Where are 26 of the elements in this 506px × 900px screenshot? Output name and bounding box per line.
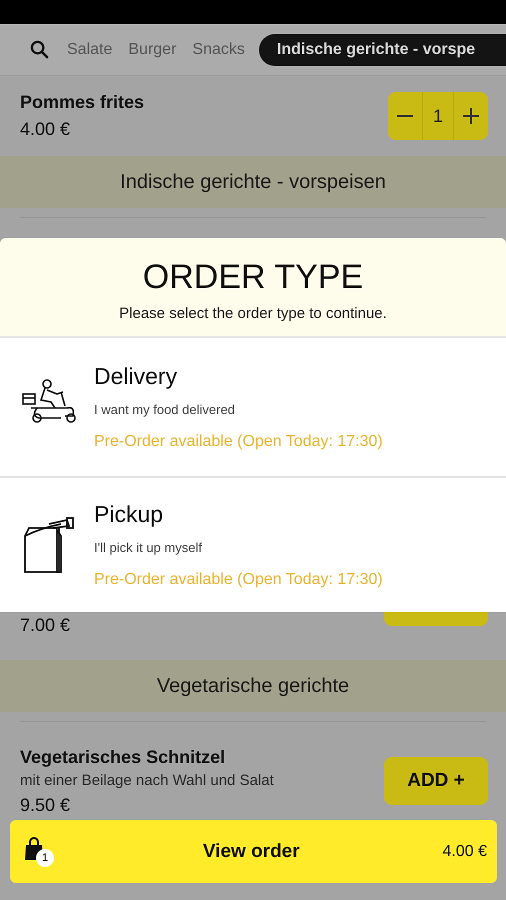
option-title: Pickup: [94, 501, 164, 528]
view-order-label: View order: [202, 840, 301, 862]
availability-note: Pre-Order available (Open Today: 17:30): [94, 571, 383, 589]
add-button[interactable]: ADD +: [384, 757, 488, 805]
dialog-title: ORDER TYPE: [142, 258, 364, 297]
order-total: 4.00 €: [442, 842, 487, 860]
view-order-button[interactable]: 1 View order 4.00 €: [10, 820, 497, 883]
item-description: mit einer Beilage nach Wahl und Salat: [20, 772, 274, 788]
availability-note: Pre-Order available (Open Today: 17:30): [94, 433, 383, 451]
item-name: Pommes frites: [20, 92, 144, 113]
order-type-option[interactable]: Delivery I want my food delivered Pre-Order available (Open Today: 17:30): [0, 338, 506, 478]
option-title: Delivery: [94, 363, 178, 390]
item-price: 7.00 €: [20, 615, 70, 636]
section-header: Vegetarische gerichte: [0, 660, 506, 712]
order-type-option[interactable]: Pickup I'll pick it up myself Pre-Order available (Open Today: 17:30): [0, 478, 506, 612]
item-price: 4.00 €: [20, 119, 72, 140]
item-name: Vegetarisches Schnitzel: [20, 746, 226, 768]
item-count-badge: 1: [36, 848, 54, 866]
item-price: 9.50 €: [20, 794, 72, 816]
section-header: Indische gerichte - vorspeisen: [0, 156, 506, 208]
category-tab[interactable]: Indische gerichte - vorspe: [258, 34, 506, 66]
quantity-stepper[interactable]: 1: [388, 92, 488, 140]
quantity-value: 1: [422, 92, 454, 140]
option-description: I want my food delivered: [94, 402, 236, 417]
option-description: I'll pick it up myself: [94, 540, 203, 555]
dialog-subtitle: Please select the order type to continue.: [119, 305, 387, 322]
